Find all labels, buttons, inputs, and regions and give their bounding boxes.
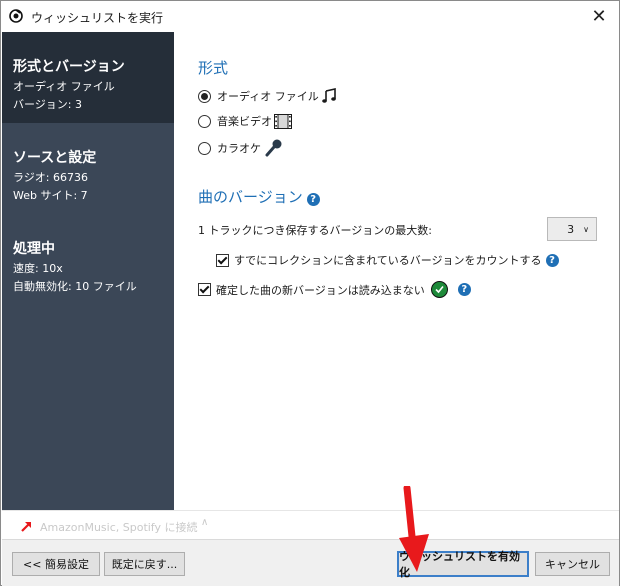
close-icon[interactable]: ✕ <box>579 1 619 32</box>
sidebar-section-line: オーディオ ファイル <box>13 80 115 93</box>
settings-panel: 形式 オーディオ ファイル 音楽ビデオ カラオケ 曲のバージョン ? 1 トラッ… <box>174 32 618 510</box>
annotation-arrow-icon <box>399 486 429 572</box>
link-arrow-icon <box>21 522 31 532</box>
cancel-button[interactable]: キャンセル <box>535 552 610 576</box>
sidebar: 形式とバージョン オーディオ ファイル バージョン: 3 ソースと設定 ラジオ:… <box>2 32 174 510</box>
format-option-label: カラオケ <box>217 142 261 155</box>
skip-confirmed-option[interactable]: 確定した曲の新バージョンは読み込まない ? <box>198 281 471 298</box>
dialog-footer: << 簡易設定 既定に戻す... ウィッシュリストを有効化 キャンセル <box>2 539 619 586</box>
app-logo-icon <box>9 9 23 23</box>
format-option-audio[interactable]: オーディオ ファイル <box>198 88 337 104</box>
count-existing-label: すでにコレクションに含まれているバージョンをカウントする <box>234 254 542 267</box>
max-versions-value: 3 <box>567 222 575 236</box>
title-bar: ウィッシュリストを実行 ✕ <box>1 1 619 32</box>
format-option-label: 音楽ビデオ <box>217 115 272 128</box>
sidebar-section-title: ソースと設定 <box>13 150 97 166</box>
radio-button[interactable] <box>198 141 211 155</box>
help-icon[interactable]: ? <box>457 283 471 296</box>
sidebar-section-line: バージョン: 3 <box>13 98 82 111</box>
sidebar-section-title: 形式とバージョン <box>13 59 125 75</box>
max-versions-label: 1 トラックにつき保存するバージョンの最大数: <box>198 224 432 237</box>
count-existing-option[interactable]: すでにコレクションに含まれているバージョンをカウントする ? <box>216 252 559 268</box>
versions-heading-label: 曲のバージョン <box>198 188 303 206</box>
sidebar-section-processing[interactable]: 処理中 速度: 10x 自動無効化: 10 ファイル <box>2 214 174 305</box>
max-versions-select[interactable]: 3 ∨ <box>547 217 597 241</box>
format-heading: 形式 <box>198 59 229 77</box>
dialog-window: ウィッシュリストを実行 ✕ 形式とバージョン オーディオ ファイル バージョン:… <box>0 0 620 586</box>
easy-settings-button[interactable]: << 簡易設定 <box>12 552 100 576</box>
sidebar-section-format[interactable]: 形式とバージョン オーディオ ファイル バージョン: 3 <box>2 32 174 123</box>
chevron-down-icon: ∨ <box>583 224 589 234</box>
connect-services-bar[interactable]: AmazonMusic, Spotify に接続 ∧ <box>2 510 619 539</box>
window-title: ウィッシュリストを実行 <box>31 11 164 25</box>
sidebar-section-line: 速度: 10x <box>13 262 63 275</box>
versions-heading: 曲のバージョン? <box>198 186 320 207</box>
radio-button[interactable] <box>198 89 211 103</box>
skip-confirmed-label: 確定した曲の新バージョンは読み込まない <box>216 283 425 297</box>
sidebar-section-line: 自動無効化: 10 ファイル <box>13 280 137 293</box>
format-option-karaoke[interactable]: カラオケ <box>198 138 284 158</box>
format-option-video[interactable]: 音楽ビデオ <box>198 113 292 129</box>
sidebar-section-sources[interactable]: ソースと設定 ラジオ: 66736 Web サイト: 7 <box>2 123 174 214</box>
count-existing-checkbox[interactable] <box>216 253 229 267</box>
help-icon[interactable]: ? <box>545 253 559 267</box>
sidebar-section-title: 処理中 <box>13 241 55 257</box>
reset-defaults-button[interactable]: 既定に戻す... <box>104 552 185 576</box>
chevron-up-icon: ∧ <box>201 517 209 528</box>
microphone-icon <box>265 139 282 157</box>
music-note-icon <box>321 88 336 103</box>
format-option-label: オーディオ ファイル <box>217 90 319 103</box>
radio-button[interactable] <box>198 114 211 128</box>
connect-services-label: AmazonMusic, Spotify に接続 <box>40 521 198 534</box>
check-circle-icon <box>430 281 448 298</box>
sidebar-section-line: Web サイト: 7 <box>13 189 88 202</box>
skip-confirmed-checkbox[interactable] <box>198 283 211 296</box>
film-icon <box>274 113 292 129</box>
help-icon[interactable]: ? <box>306 193 320 206</box>
sidebar-section-line: ラジオ: 66736 <box>13 171 88 184</box>
